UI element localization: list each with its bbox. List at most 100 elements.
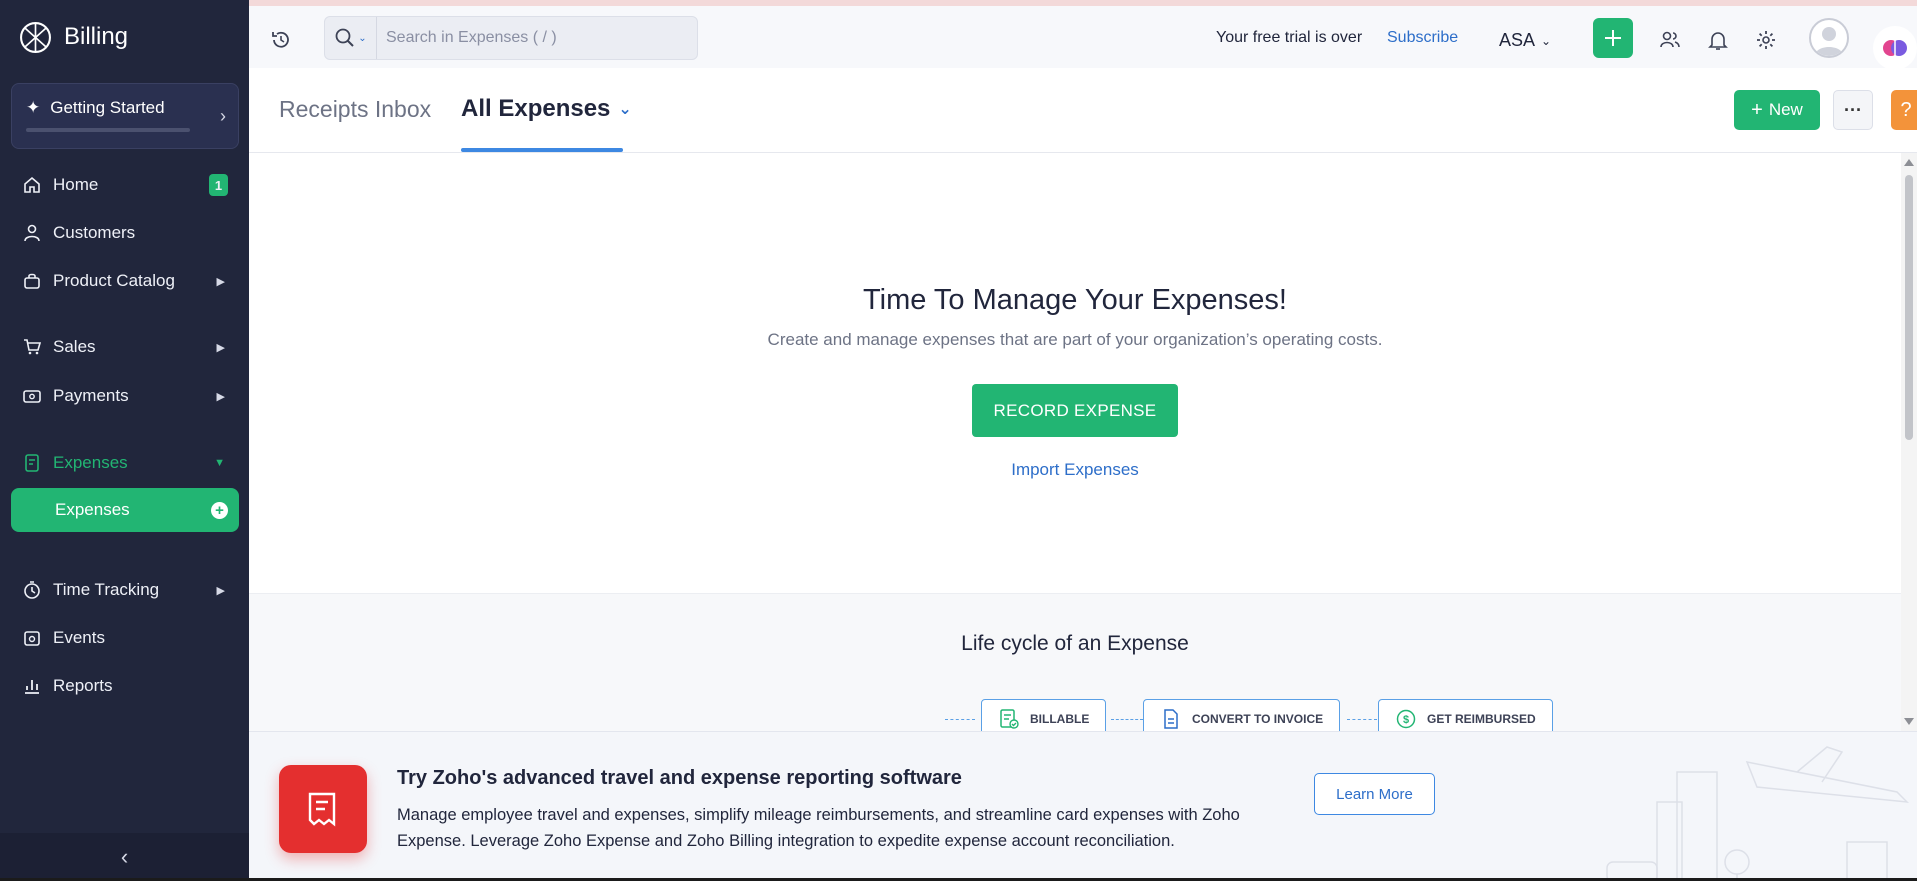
app-name: Billing	[64, 23, 129, 50]
sidebar-item-label: Customers	[53, 223, 136, 242]
sidebar-item-label: Reports	[53, 676, 113, 695]
stage-get-reimbursed: $ GET REIMBURSED	[1378, 699, 1553, 731]
caret-right-icon: ▶	[216, 275, 225, 288]
users-icon[interactable]	[1659, 29, 1681, 51]
more-options-button[interactable]: ···	[1833, 90, 1873, 130]
sidebar-item-time-tracking[interactable]: Time Tracking ▶	[11, 568, 239, 612]
stage-label: BILLABLE	[1030, 712, 1090, 726]
help-button[interactable]: ?	[1891, 90, 1917, 130]
sidebar-item-sales[interactable]: Sales ▶	[11, 325, 239, 369]
events-icon	[21, 627, 43, 649]
plus-icon	[1605, 30, 1621, 46]
recent-history-icon[interactable]	[269, 28, 293, 52]
svg-text:$: $	[1403, 714, 1409, 726]
record-expense-button[interactable]: RECORD EXPENSE	[972, 384, 1178, 437]
search-scope-dropdown[interactable]: ⌄	[325, 17, 377, 59]
more-icon: ···	[1844, 99, 1862, 120]
home-icon	[21, 174, 43, 196]
dollar-icon: $	[1396, 709, 1416, 729]
import-expenses-link: Import Expenses	[249, 460, 1901, 480]
sidebar-item-label: Expenses	[53, 453, 128, 472]
caret-right-icon: ▶	[216, 584, 225, 597]
chevron-down-icon: ⌄	[618, 101, 632, 118]
new-button-label: New	[1768, 100, 1803, 119]
brand[interactable]: Billing	[0, 0, 249, 74]
vertical-scrollbar[interactable]	[1901, 153, 1917, 731]
sidebar-item-label: Events	[53, 628, 105, 647]
zoho-expense-logo-icon	[279, 765, 367, 853]
getting-started-label: Getting Started	[50, 98, 165, 117]
bag-icon	[21, 270, 43, 292]
top-bar: ⌄ Your free trial is over Subscribe ASA …	[249, 0, 1917, 70]
chevron-down-icon: ⌄	[358, 32, 367, 44]
sidebar-item-label: Product Catalog	[53, 271, 175, 290]
sidebar-item-label: Sales	[53, 337, 96, 356]
learn-more-button[interactable]: Learn More	[1314, 773, 1435, 815]
user-avatar-icon	[1815, 27, 1843, 56]
scroll-down-arrow-icon[interactable]	[1904, 718, 1914, 725]
quick-create-button[interactable]	[1593, 18, 1633, 58]
stage-label: GET REIMBURSED	[1427, 712, 1536, 726]
sidebar-item-events[interactable]: Events	[11, 616, 239, 660]
promo-banner: Try Zoho's advanced travel and expense r…	[249, 731, 1917, 881]
chevron-left-icon: ‹	[120, 844, 129, 869]
sidebar-subitem-expenses[interactable]: Expenses +	[11, 488, 239, 532]
cart-icon	[21, 336, 43, 358]
sidebar-item-home[interactable]: Home 1	[11, 163, 239, 207]
zia-assistant-button[interactable]	[1873, 26, 1917, 70]
scrollbar-thumb[interactable]	[1905, 175, 1913, 440]
stage-billable: BILLABLE	[981, 699, 1107, 731]
add-expense-icon[interactable]: +	[211, 501, 228, 519]
sidebar-item-product-catalog[interactable]: Product Catalog ▶	[11, 259, 239, 303]
document-icon	[1164, 709, 1178, 729]
sidebar-item-label: Payments	[53, 386, 129, 405]
sidebar: Billing ✦ Getting Started › Home 1 Custo…	[0, 0, 249, 881]
timer-icon	[21, 579, 43, 601]
sparkle-icon: ✦	[26, 98, 41, 117]
chevron-right-icon: ›	[220, 106, 226, 126]
getting-started-card[interactable]: ✦ Getting Started ›	[11, 83, 239, 149]
getting-started-progress	[26, 128, 190, 132]
bell-icon[interactable]	[1707, 29, 1729, 51]
import-expenses-label[interactable]: Import Expenses	[1011, 460, 1139, 479]
org-name: ASA	[1499, 30, 1536, 50]
sidebar-item-expenses[interactable]: Expenses ▼	[11, 441, 239, 485]
billable-icon	[1000, 709, 1019, 729]
bar-chart-icon	[21, 675, 43, 697]
tab-all-expenses[interactable]: All Expenses ⌄	[461, 95, 632, 123]
page-header: Receipts Inbox All Expenses ⌄ + New ··· …	[249, 68, 1917, 153]
sidebar-item-reports[interactable]: Reports	[11, 664, 239, 708]
tab-label: All Expenses	[461, 95, 611, 122]
scroll-up-arrow-icon[interactable]	[1904, 159, 1914, 166]
flow-connector	[945, 719, 975, 720]
flow-connector	[1347, 719, 1377, 720]
payment-icon	[21, 385, 43, 407]
trial-status: Your free trial is over	[1216, 29, 1363, 46]
billing-logo-icon	[20, 21, 51, 53]
empty-state-title: Time To Manage Your Expenses!	[863, 284, 1287, 316]
user-icon	[21, 222, 43, 244]
collapse-sidebar-button[interactable]: ‹	[0, 833, 249, 881]
search-input[interactable]	[377, 29, 677, 47]
sidebar-item-customers[interactable]: Customers	[11, 211, 239, 255]
travel-illustration-icon	[1606, 746, 1910, 881]
brain-icon	[1883, 40, 1907, 56]
promo-title: Try Zoho's advanced travel and expense r…	[397, 767, 962, 789]
sidebar-item-label: Time Tracking	[53, 580, 160, 599]
caret-down-icon: ▼	[214, 457, 225, 469]
active-tab-indicator	[461, 148, 623, 152]
search-icon	[335, 28, 355, 47]
lifecycle-section: Life cycle of an Expense BILLABLE CONVER…	[249, 593, 1901, 731]
sidebar-item-payments[interactable]: Payments ▶	[11, 374, 239, 418]
help-icon: ?	[1900, 98, 1912, 121]
new-expense-button[interactable]: + New	[1734, 90, 1820, 130]
tab-receipts-inbox[interactable]: Receipts Inbox	[279, 96, 431, 123]
subscribe-link[interactable]: Subscribe	[1387, 29, 1458, 47]
empty-state-subtitle: Create and manage expenses that are part…	[767, 330, 1383, 349]
receipt-icon	[21, 452, 43, 474]
org-switcher[interactable]: ASA ⌄	[1499, 30, 1551, 51]
gear-icon[interactable]	[1755, 29, 1777, 51]
avatar[interactable]	[1809, 18, 1849, 58]
lifecycle-title: Life cycle of an Expense	[961, 632, 1189, 655]
caret-right-icon: ▶	[216, 341, 225, 354]
